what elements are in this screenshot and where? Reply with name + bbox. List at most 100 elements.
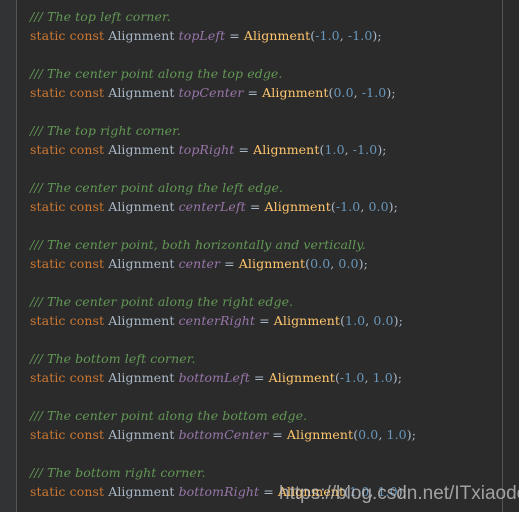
constructor-name: Alignment xyxy=(238,256,306,271)
argument-x: 1.0 xyxy=(345,313,366,328)
argument-x: 1.0 xyxy=(324,142,345,157)
argument-x: 1.0 xyxy=(349,484,370,499)
assignment-operator: = xyxy=(263,484,274,499)
argument-y: 0.0 xyxy=(338,256,359,271)
code-line-comment: /// The center point along the left edge… xyxy=(30,178,502,197)
argument-x: 0.0 xyxy=(333,85,354,100)
assignment-operator: = xyxy=(224,256,235,271)
code-line-declaration: static const Alignment centerRight = Ali… xyxy=(30,311,502,330)
keyword-static: static xyxy=(30,484,66,499)
keyword-static: static xyxy=(30,28,66,43)
field-name: centerRight xyxy=(178,313,256,328)
code-line-declaration: static const Alignment topCenter = Align… xyxy=(30,83,502,102)
assignment-operator: = xyxy=(259,313,270,328)
argument-y: 0.0 xyxy=(368,199,389,214)
keyword-const: const xyxy=(69,370,105,385)
code-line-declaration: static const Alignment center = Alignmen… xyxy=(30,254,502,273)
type-name: Alignment xyxy=(108,427,175,442)
field-name: center xyxy=(178,256,221,271)
keyword-const: const xyxy=(69,256,105,271)
assignment-operator: = xyxy=(238,142,250,157)
constructor-name: Alignment xyxy=(273,313,341,328)
semicolon: ; xyxy=(391,85,396,100)
keyword-static: static xyxy=(30,370,66,385)
keyword-static: static xyxy=(30,85,66,100)
keyword-static: static xyxy=(30,256,66,271)
code-line-declaration: static const Alignment centerLeft = Alig… xyxy=(30,197,502,216)
field-name: topRight xyxy=(178,142,235,157)
doc-comment-text: /// The center point along the right edg… xyxy=(30,294,294,309)
type-name: Alignment xyxy=(108,28,175,43)
keyword-const: const xyxy=(69,28,105,43)
argument-y: 1.0 xyxy=(372,370,393,385)
argument-y: -1.0 xyxy=(361,85,387,100)
field-name: bottomCenter xyxy=(178,427,269,442)
code-line-declaration: static const Alignment bottomCenter = Al… xyxy=(30,425,502,444)
keyword-const: const xyxy=(69,85,105,100)
code-line-comment: /// The center point along the top edge. xyxy=(30,64,502,83)
code-line-declaration: static const Alignment topRight = Alignm… xyxy=(30,140,502,159)
argument-y: 1.0 xyxy=(377,484,398,499)
assignment-operator: = xyxy=(247,85,259,100)
constructor-name: Alignment xyxy=(253,142,320,157)
doc-comment-text: /// The bottom left corner. xyxy=(30,351,196,366)
doc-comment-text: /// The bottom right corner. xyxy=(30,465,206,480)
assignment-operator: = xyxy=(249,199,261,214)
field-name: topCenter xyxy=(178,85,244,100)
field-name: bottomRight xyxy=(178,484,260,499)
code-line-declaration: static const Alignment bottomLeft = Alig… xyxy=(30,368,502,387)
field-name: centerLeft xyxy=(178,199,246,214)
type-name: Alignment xyxy=(108,199,175,214)
assignment-operator: = xyxy=(253,370,265,385)
argument-y: -1.0 xyxy=(347,28,373,43)
right-margin-ruler xyxy=(502,0,503,512)
constructor-name: Alignment xyxy=(277,484,345,499)
doc-comment-text: /// The top right corner. xyxy=(30,123,181,138)
keyword-static: static xyxy=(30,199,66,214)
field-name: bottomLeft xyxy=(178,370,250,385)
code-line-declaration: static const Alignment topLeft = Alignme… xyxy=(30,26,502,45)
type-name: Alignment xyxy=(108,142,175,157)
argument-x: -1.0 xyxy=(315,28,340,43)
doc-comment-text: /// The top left corner. xyxy=(30,9,171,24)
code-line-comment: /// The top right corner. xyxy=(30,121,502,140)
code-line-comment: /// The bottom left corner. xyxy=(30,349,502,368)
code-line-declaration: static const Alignment bottomRight = Ali… xyxy=(30,482,502,501)
assignment-operator: = xyxy=(229,28,240,43)
code-line-comment: /// The center point, both horizontally … xyxy=(30,235,502,254)
editor-gutter[interactable] xyxy=(0,0,16,512)
type-name: Alignment xyxy=(108,484,175,499)
code-editor: /// The top left corner. static const Ali… xyxy=(0,0,519,512)
assignment-operator: = xyxy=(272,427,283,442)
constructor-name: Alignment xyxy=(268,370,335,385)
field-name: topLeft xyxy=(178,28,226,43)
argument-x: -1.0 xyxy=(339,370,365,385)
type-name: Alignment xyxy=(108,370,175,385)
semicolon: ; xyxy=(397,370,403,385)
keyword-static: static xyxy=(30,313,66,328)
code-line-comment: /// The top left corner. xyxy=(30,7,502,26)
semicolon: ; xyxy=(411,427,416,442)
argument-x: 0.0 xyxy=(310,256,331,271)
keyword-const: const xyxy=(69,142,105,157)
constructor-name: Alignment xyxy=(286,427,354,442)
argument-y: 0.0 xyxy=(373,313,394,328)
semicolon: ; xyxy=(393,199,398,214)
semicolon: ; xyxy=(398,313,403,328)
doc-comment-text: /// The center point along the top edge. xyxy=(30,66,283,81)
code-content[interactable]: /// The top left corner. static const Ali… xyxy=(17,0,502,512)
semicolon: ; xyxy=(382,142,387,157)
doc-comment-text: /// The center point along the left edge… xyxy=(30,180,284,195)
semicolon: ; xyxy=(377,28,382,43)
keyword-const: const xyxy=(69,199,105,214)
keyword-static: static xyxy=(30,142,66,157)
argument-x: 0.0 xyxy=(358,427,379,442)
